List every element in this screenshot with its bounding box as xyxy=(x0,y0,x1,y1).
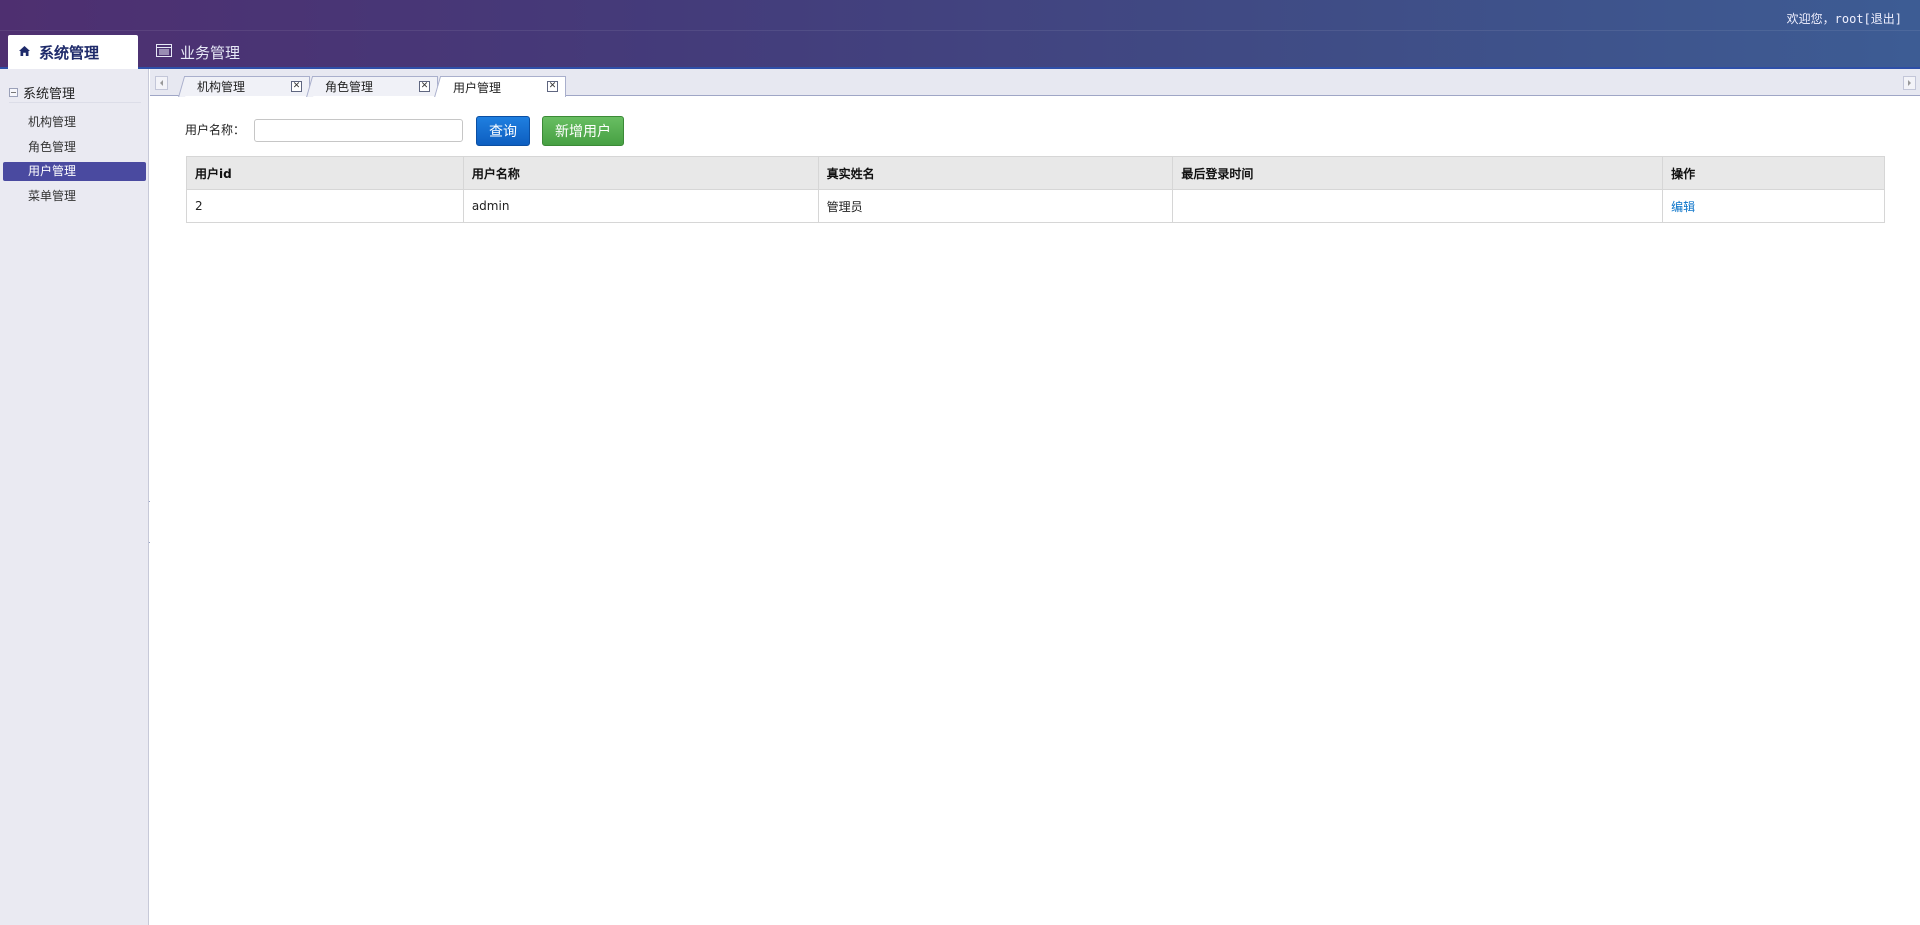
column-header-actions: 操作 xyxy=(1662,156,1885,190)
table-row: 2 admin 管理员 编辑 xyxy=(186,189,1885,223)
app-header: 欢迎您，root[退出] 系统管理 业务管理 xyxy=(0,0,1920,69)
close-icon[interactable]: ✕ xyxy=(419,81,430,92)
username-search-label: 用户名称： xyxy=(185,123,246,137)
tab-label: 机构管理 xyxy=(197,80,246,94)
top-nav: 系统管理 业务管理 xyxy=(0,31,1920,69)
cell-real-name: 管理员 xyxy=(817,189,1174,223)
close-icon[interactable]: ✕ xyxy=(547,81,558,92)
nav-tab-label: 业务管理 xyxy=(180,43,241,62)
sidebar-item-role[interactable]: 角色管理 xyxy=(3,138,146,157)
collapse-minus-icon[interactable] xyxy=(9,88,18,97)
add-user-button[interactable]: 新增用户 xyxy=(542,116,624,146)
sidebar-group-system[interactable]: 系统管理 xyxy=(9,83,141,103)
tab-scroll-right-button[interactable] xyxy=(1903,76,1916,90)
cell-username: admin xyxy=(462,189,819,223)
column-header-username: 用户名称 xyxy=(462,156,819,190)
column-header-real-name: 真实姓名 xyxy=(817,156,1174,190)
welcome-user: 欢迎您，root xyxy=(1786,12,1864,26)
sidebar: 系统管理 机构管理 角色管理 用户管理 菜单管理 xyxy=(0,69,149,925)
user-table: 用户id 用户名称 真实姓名 最后登录时间 操作 2 admin 管理员 编辑 xyxy=(186,156,1885,223)
logout-link[interactable]: [退出] xyxy=(1864,12,1902,26)
nav-tab-system[interactable]: 系统管理 xyxy=(8,35,138,69)
column-header-user-id: 用户id xyxy=(186,156,464,190)
tab-label: 用户管理 xyxy=(453,80,502,95)
sidebar-item-org[interactable]: 机构管理 xyxy=(3,113,146,132)
sidebar-item-menu[interactable]: 菜单管理 xyxy=(3,187,146,206)
sidebar-item-user[interactable]: 用户管理 xyxy=(3,162,146,181)
chevron-right-icon xyxy=(1908,80,1911,86)
cell-actions: 编辑 xyxy=(1662,189,1885,223)
page-tab-bar: 机构管理 ✕ 角色管理 ✕ 用户管理 ✕ xyxy=(150,69,1920,97)
edit-link[interactable]: 编辑 xyxy=(1671,200,1695,214)
header-top-strip: 欢迎您，root[退出] xyxy=(0,0,1920,31)
tab-user[interactable]: 用户管理 ✕ xyxy=(440,76,566,97)
welcome-text: 欢迎您，root[退出] xyxy=(1787,10,1902,27)
sidebar-group-label: 系统管理 xyxy=(23,87,76,102)
chevron-left-icon xyxy=(160,80,163,86)
cell-user-id: 2 xyxy=(186,189,464,223)
username-search-input[interactable] xyxy=(254,119,463,142)
list-window-icon xyxy=(156,43,172,61)
query-button[interactable]: 查询 xyxy=(476,116,530,146)
tab-label: 角色管理 xyxy=(325,80,374,94)
nav-tab-business[interactable]: 业务管理 xyxy=(146,35,266,69)
cell-last-login xyxy=(1172,189,1664,223)
column-header-last-login: 最后登录时间 xyxy=(1172,156,1664,190)
home-icon xyxy=(18,43,31,61)
nav-tab-label: 系统管理 xyxy=(39,43,100,62)
tab-scroll-left-button[interactable] xyxy=(155,76,168,90)
tab-role[interactable]: 角色管理 ✕ xyxy=(312,76,438,96)
main-content: 用户名称： 查询 新增用户 用户id 用户名称 真实姓名 最后登录时间 操作 2… xyxy=(150,97,1920,925)
close-icon[interactable]: ✕ xyxy=(291,81,302,92)
tab-org[interactable]: 机构管理 ✕ xyxy=(184,76,310,96)
table-header-row: 用户id 用户名称 真实姓名 最后登录时间 操作 xyxy=(186,156,1885,190)
